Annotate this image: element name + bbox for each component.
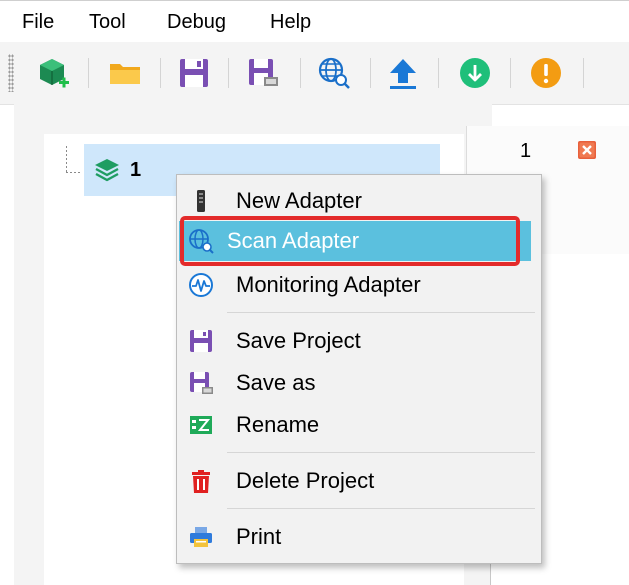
menu-debug[interactable]: Debug [167, 9, 226, 35]
menu-item-label: Save as [236, 370, 316, 395]
menu-item-label: Delete Project [236, 468, 375, 493]
save-button[interactable] [176, 55, 212, 91]
menu-item-delete-project[interactable]: Delete Project [177, 461, 541, 501]
monitor-wave-icon [189, 273, 213, 297]
scan-globe-icon [189, 229, 214, 254]
toolbar-separator [583, 58, 584, 88]
tree-node-label: 1 [130, 158, 142, 181]
menu-item-label: New Adapter [236, 188, 362, 213]
layers-icon [95, 159, 119, 182]
menu-tool[interactable]: Tool [89, 9, 126, 35]
download-circle-icon [460, 58, 490, 88]
menu-item-print[interactable]: Print [177, 517, 541, 557]
menu-item-rename[interactable]: Rename [177, 405, 541, 445]
menu-help[interactable]: Help [270, 9, 311, 35]
download-button[interactable] [457, 55, 493, 91]
scan-button[interactable] [316, 55, 352, 91]
scan-globe-icon [318, 57, 350, 89]
rename-icon [190, 416, 212, 434]
menu-item-label: Monitoring Adapter [236, 272, 421, 297]
open-folder-icon [110, 64, 140, 84]
toolbar-separator [300, 58, 301, 88]
toolbar-grip[interactable] [8, 54, 14, 92]
menu-item-label: Print [236, 524, 282, 549]
menu-item-save-as[interactable]: Save as [177, 363, 541, 403]
upload-arrow-icon [390, 59, 416, 89]
toolbar-separator [160, 58, 161, 88]
warning-button[interactable] [528, 55, 564, 91]
menu-bar: File Tool Debug Help [0, 0, 629, 43]
open-project-button[interactable] [107, 55, 143, 91]
context-menu: New Adapter Scan Adapter Monitoring Adap… [176, 174, 542, 564]
menu-separator [227, 508, 535, 509]
menu-item-label: Save Project [236, 328, 361, 353]
save-icon [180, 59, 208, 87]
menu-item-new-adapter[interactable]: New Adapter [177, 181, 541, 221]
save-as-icon [249, 59, 278, 86]
save-icon [190, 330, 212, 352]
menu-separator [227, 312, 535, 313]
toolbar-separator [88, 58, 89, 88]
upload-button[interactable] [385, 55, 421, 91]
warning-circle-icon [531, 58, 561, 88]
toolbar-separator [438, 58, 439, 88]
menu-file[interactable]: File [22, 9, 54, 35]
save-as-button[interactable] [245, 55, 281, 91]
menu-item-save-project[interactable]: Save Project [177, 321, 541, 361]
menu-item-scan-adapter[interactable]: Scan Adapter [179, 221, 531, 261]
tree-connector [66, 172, 80, 173]
adapter-device-icon [197, 190, 205, 212]
toolbar-separator [510, 58, 511, 88]
tab-label: 1 [520, 140, 532, 162]
tree-connector [66, 146, 67, 172]
save-as-icon [190, 372, 213, 394]
toolbar [0, 42, 629, 105]
menu-item-monitoring-adapter[interactable]: Monitoring Adapter [177, 265, 541, 305]
menu-item-label: Rename [236, 412, 320, 437]
toolbar-separator [370, 58, 371, 88]
menu-item-label: Scan Adapter [227, 228, 360, 253]
close-icon[interactable] [577, 140, 597, 160]
menu-separator [227, 452, 535, 453]
toolbar-separator [228, 58, 229, 88]
new-project-icon [40, 59, 69, 88]
new-project-button[interactable] [36, 55, 72, 91]
printer-icon [190, 527, 212, 547]
trash-icon [192, 470, 210, 493]
